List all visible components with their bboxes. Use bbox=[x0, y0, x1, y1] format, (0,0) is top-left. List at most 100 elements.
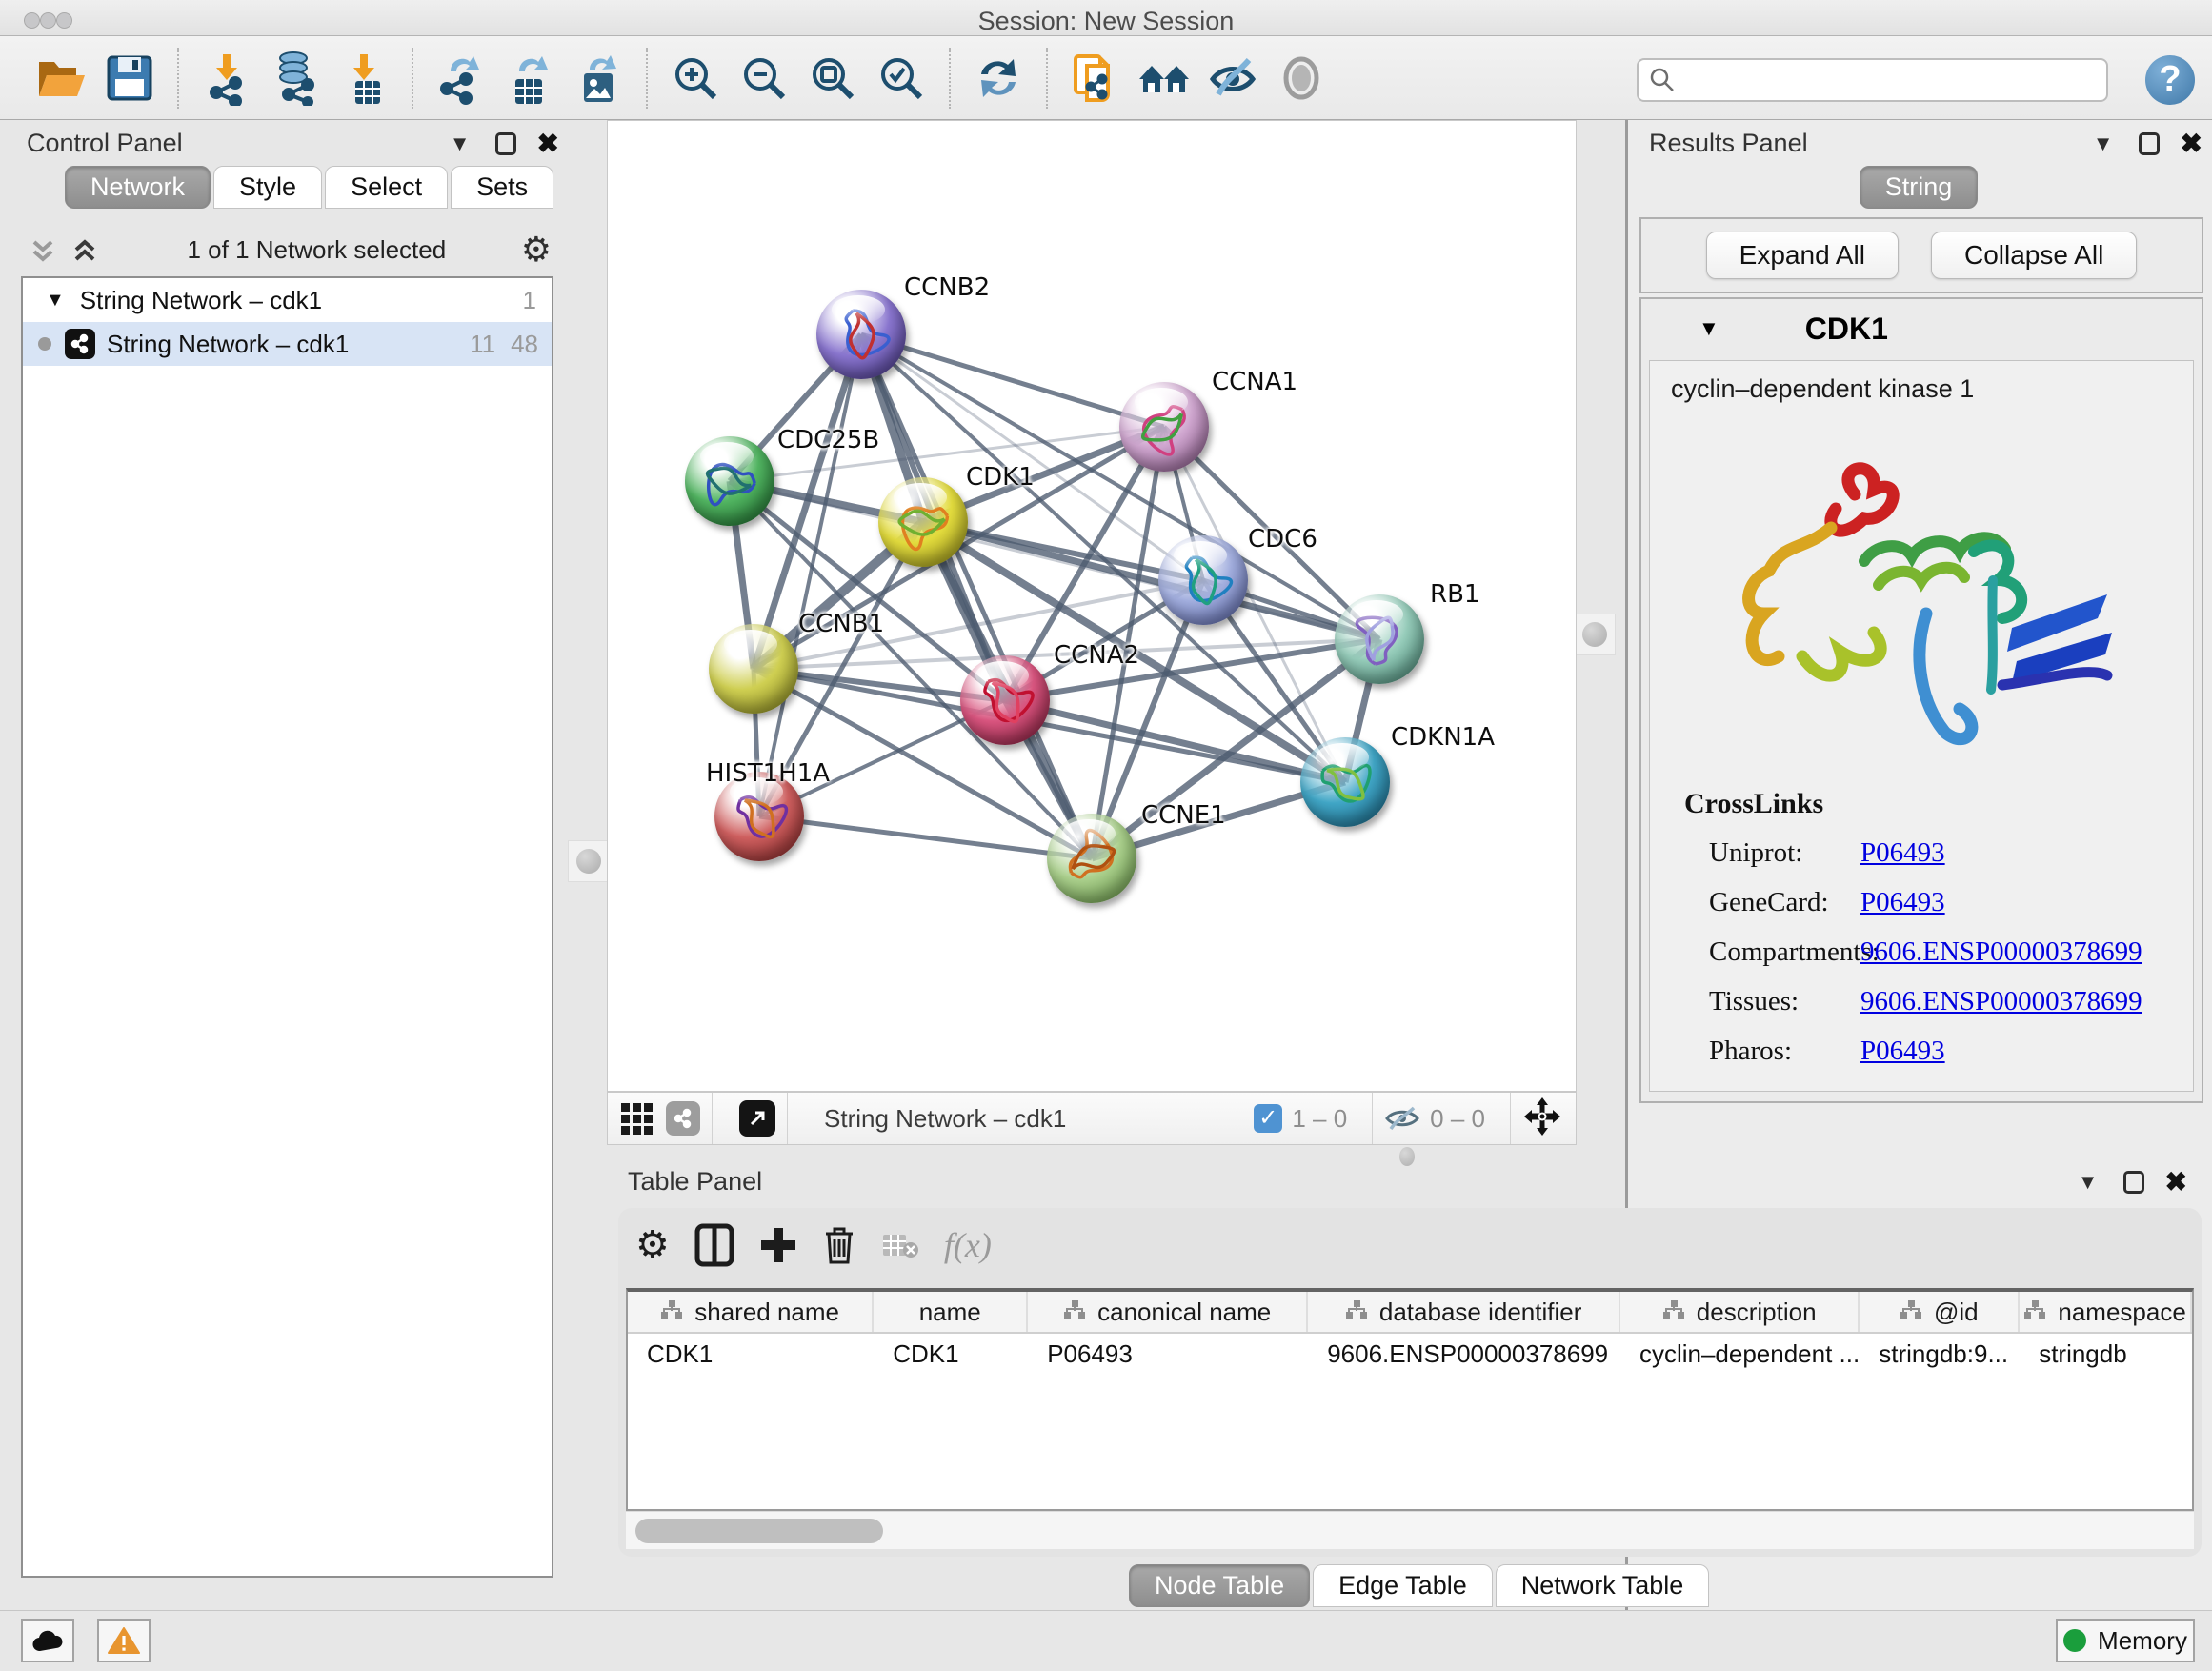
table-cell[interactable]: cyclin–dependent ... bbox=[1620, 1334, 1860, 1376]
panel-maximize-icon[interactable] bbox=[2139, 132, 2160, 155]
delete-column-icon[interactable] bbox=[822, 1224, 856, 1266]
horizontal-splitter-handle[interactable] bbox=[1399, 1147, 1415, 1166]
export-image-icon[interactable] bbox=[571, 50, 626, 106]
panel-float-icon[interactable]: ▼ bbox=[2093, 131, 2114, 156]
column-header-description[interactable]: description bbox=[1620, 1292, 1860, 1332]
column-header-name[interactable]: name bbox=[874, 1292, 1028, 1332]
left-splitter-handle[interactable] bbox=[568, 840, 610, 882]
table-cell[interactable]: stringdb:9... bbox=[1860, 1334, 2020, 1376]
column-header-database-identifier[interactable]: database identifier bbox=[1308, 1292, 1620, 1332]
crosslink-link[interactable]: P06493 bbox=[1860, 1036, 1945, 1067]
collapse-card-icon[interactable]: ▼ bbox=[1699, 316, 1719, 341]
table-horizontal-scrollbar[interactable] bbox=[626, 1511, 2194, 1549]
network-node-ccne1[interactable] bbox=[1047, 814, 1136, 903]
open-session-icon[interactable] bbox=[33, 50, 89, 106]
zoom-fit-icon[interactable] bbox=[805, 50, 860, 106]
search-input[interactable] bbox=[1677, 67, 2106, 93]
node-gloss bbox=[1350, 600, 1403, 629]
column-header-namespace[interactable]: namespace bbox=[2020, 1292, 2192, 1332]
table-row[interactable]: CDK1CDK1P064939606.ENSP00000378699cyclin… bbox=[628, 1334, 2192, 1376]
network-edge-ccnb2-ccne1[interactable] bbox=[861, 334, 1092, 858]
selected-checkbox-icon[interactable]: ✓ bbox=[1254, 1104, 1282, 1133]
network-node-cdc25b[interactable] bbox=[685, 436, 774, 526]
panel-maximize-icon[interactable] bbox=[2123, 1171, 2144, 1194]
import-network-icon[interactable] bbox=[199, 50, 254, 106]
warnings-button[interactable] bbox=[97, 1619, 151, 1662]
column-header-canonical-name[interactable]: canonical name bbox=[1028, 1292, 1308, 1332]
collection-label: String Network – cdk1 bbox=[80, 286, 322, 315]
table-cell[interactable]: stringdb bbox=[2020, 1334, 2192, 1376]
open-in-window-icon[interactable] bbox=[739, 1100, 775, 1137]
protein-card-header[interactable]: ▼ CDK1 bbox=[1641, 299, 2202, 358]
tab-style[interactable]: Style bbox=[213, 166, 322, 209]
import-database-icon[interactable] bbox=[268, 50, 323, 106]
panel-maximize-icon[interactable] bbox=[495, 132, 516, 155]
network-node-ccnb1[interactable] bbox=[709, 624, 798, 714]
expand-all-icon[interactable] bbox=[70, 234, 99, 265]
tab-select[interactable]: Select bbox=[325, 166, 448, 209]
crosslink-link[interactable]: 9606.ENSP00000378699 bbox=[1860, 986, 2142, 1017]
network-node-rb1[interactable] bbox=[1335, 594, 1424, 684]
export-network-icon[interactable] bbox=[433, 50, 489, 106]
collapse-all-icon[interactable] bbox=[29, 234, 57, 265]
network-row[interactable]: String Network – cdk1 11 48 bbox=[23, 322, 552, 366]
network-node-cdk1[interactable] bbox=[878, 477, 968, 567]
export-table-icon[interactable] bbox=[502, 50, 557, 106]
hide-unhide-icon[interactable] bbox=[1205, 50, 1260, 106]
crosslink-link[interactable]: 9606.ENSP00000378699 bbox=[1860, 936, 2142, 968]
panel-float-icon[interactable]: ▼ bbox=[2078, 1170, 2099, 1195]
home-networks-icon[interactable] bbox=[1136, 50, 1192, 106]
panel-close-icon[interactable]: ✖ bbox=[2181, 128, 2202, 159]
save-session-icon[interactable] bbox=[102, 50, 157, 106]
network-edge-hist1h1a-ccne1[interactable] bbox=[759, 816, 1092, 858]
panel-close-icon[interactable]: ✖ bbox=[2165, 1166, 2187, 1198]
show-graphics-icon[interactable] bbox=[1274, 50, 1329, 106]
table-cell[interactable]: 9606.ENSP00000378699 bbox=[1308, 1334, 1620, 1376]
network-collection-row[interactable]: ▼ String Network – cdk1 1 bbox=[23, 278, 552, 322]
expand-all-button[interactable]: Expand All bbox=[1706, 232, 1899, 279]
table-cell[interactable]: CDK1 bbox=[628, 1334, 874, 1376]
add-column-icon[interactable] bbox=[759, 1226, 797, 1264]
right-splitter-handle[interactable] bbox=[1574, 614, 1616, 655]
tab-network-table[interactable]: Network Table bbox=[1496, 1564, 1710, 1607]
collapse-all-button[interactable]: Collapse All bbox=[1931, 232, 2137, 279]
network-type-icon bbox=[666, 1101, 700, 1136]
help-button[interactable]: ? bbox=[2145, 55, 2195, 105]
table-options-gear-icon[interactable]: ⚙ bbox=[635, 1223, 670, 1267]
scrollbar-thumb[interactable] bbox=[635, 1519, 883, 1543]
refresh-layout-icon[interactable] bbox=[971, 50, 1026, 106]
panel-close-icon[interactable]: ✖ bbox=[537, 128, 559, 159]
tab-string[interactable]: String bbox=[1860, 166, 1979, 209]
zoom-out-icon[interactable] bbox=[736, 50, 792, 106]
cloud-button[interactable] bbox=[21, 1619, 74, 1662]
memory-button[interactable]: Memory bbox=[2056, 1619, 2195, 1662]
table-cell[interactable]: CDK1 bbox=[874, 1334, 1028, 1376]
show-columns-icon[interactable] bbox=[694, 1223, 734, 1267]
crosslink-link[interactable]: P06493 bbox=[1860, 887, 1945, 918]
tab-edge-table[interactable]: Edge Table bbox=[1313, 1564, 1493, 1607]
copy-style-icon[interactable] bbox=[1068, 50, 1123, 106]
column-header--id[interactable]: @id bbox=[1860, 1292, 2020, 1332]
column-header-shared-name[interactable]: shared name bbox=[628, 1292, 874, 1332]
network-node-ccna1[interactable] bbox=[1119, 382, 1209, 472]
panel-float-icon[interactable]: ▼ bbox=[450, 131, 471, 156]
hidden-eye-icon[interactable] bbox=[1384, 1105, 1420, 1132]
table-cell[interactable]: P06493 bbox=[1028, 1334, 1308, 1376]
tree-expand-icon[interactable]: ▼ bbox=[46, 290, 65, 312]
tab-network[interactable]: Network bbox=[65, 166, 211, 209]
pan-crosshair-icon[interactable] bbox=[1522, 1097, 1562, 1141]
network-node-cdkn1a[interactable] bbox=[1300, 737, 1390, 827]
search-box[interactable] bbox=[1637, 58, 2108, 102]
birds-eye-view-icon[interactable] bbox=[621, 1103, 653, 1135]
network-node-ccnb2[interactable] bbox=[816, 290, 906, 379]
network-canvas[interactable]: CCNB2CCNA1CDC25BCDK1CDC6RB1CCNB1CCNA2CDK… bbox=[607, 120, 1577, 1092]
zoom-selected-icon[interactable] bbox=[874, 50, 929, 106]
import-table-icon[interactable] bbox=[336, 50, 392, 106]
network-node-cdc6[interactable] bbox=[1158, 535, 1248, 625]
network-options-gear-icon[interactable]: ⚙ bbox=[521, 230, 552, 270]
zoom-in-icon[interactable] bbox=[668, 50, 723, 106]
network-node-ccna2[interactable] bbox=[960, 655, 1050, 745]
tab-sets[interactable]: Sets bbox=[451, 166, 553, 209]
crosslink-link[interactable]: P06493 bbox=[1860, 837, 1945, 869]
tab-node-table[interactable]: Node Table bbox=[1129, 1564, 1310, 1607]
